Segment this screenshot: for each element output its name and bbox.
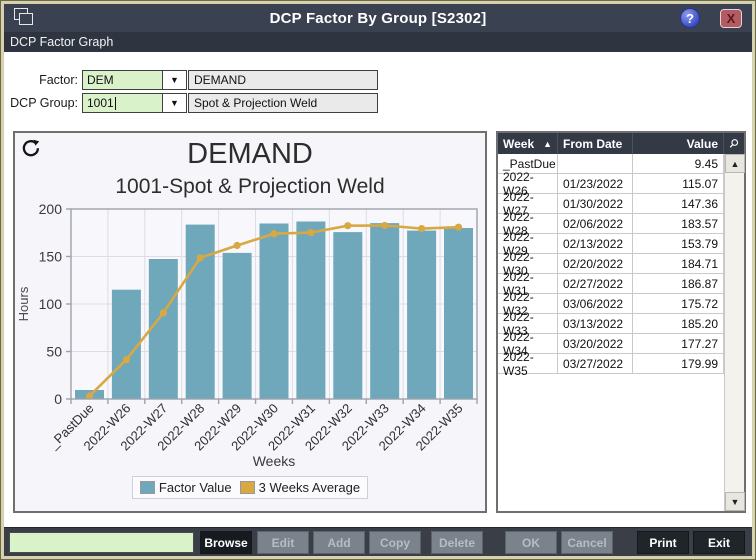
svg-text:150: 150 xyxy=(39,249,63,265)
vertical-scrollbar[interactable]: ▲ ▼ xyxy=(724,154,744,511)
app-window: DCP Factor By Group [S2302] ? X DCP Fact… xyxy=(4,4,752,556)
scroll-up-icon[interactable]: ▲ xyxy=(725,154,745,173)
browse-button[interactable]: Browse xyxy=(200,531,252,554)
chart-legend: Factor Value 3 Weeks Average xyxy=(15,476,485,499)
dcp-group-dropdown-button[interactable]: ▼ xyxy=(163,93,187,113)
x-axis-title: Weeks xyxy=(71,453,477,469)
copy-button: Copy xyxy=(369,531,421,554)
legend-label: 3 Weeks Average xyxy=(259,480,360,495)
svg-text:100: 100 xyxy=(39,296,63,312)
table-cell-value: 153.79 xyxy=(633,234,724,253)
chart-panel: DEMAND 1001-Spot & Projection Weld 0 50 10… xyxy=(13,131,487,513)
window-frame: DCP Factor By Group [S2302] ? X DCP Fact… xyxy=(0,0,756,560)
chart-title: DEMAND xyxy=(15,138,485,171)
table-cell-fromdate: 01/30/2022 xyxy=(558,194,633,213)
page-title: DCP Factor Graph xyxy=(4,32,752,52)
legend-label: Factor Value xyxy=(159,480,232,495)
table-cell-value: 115.07 xyxy=(633,174,724,193)
column-label: From Date xyxy=(563,137,622,151)
table-cell-fromdate: 03/20/2022 xyxy=(558,334,633,353)
table-cell-value: 175.72 xyxy=(633,294,724,313)
factor-row: Factor: DEM ▼ DEMAND xyxy=(6,70,378,90)
title-bar: DCP Factor By Group [S2302] ? X xyxy=(4,4,752,32)
column-header-from-date[interactable]: From Date xyxy=(558,133,633,154)
table-cell-value: 147.36 xyxy=(633,194,724,213)
search-icon[interactable] xyxy=(724,133,744,154)
factor-chart-plot: 050100150200_PastDue2022-W262022-W272022… xyxy=(15,203,485,453)
table-cell-week: 2022-W35 xyxy=(498,354,558,373)
chevron-down-icon: ▼ xyxy=(170,98,179,108)
factor-description-field: DEMAND xyxy=(188,70,378,90)
delete-button: Delete xyxy=(431,531,483,554)
factor-dropdown-button[interactable]: ▼ xyxy=(163,70,187,90)
legend-swatch xyxy=(140,481,155,494)
table-cell-value: 185.20 xyxy=(633,314,724,333)
cancel-button: Cancel xyxy=(561,531,613,554)
dcp-group-row: DCP Group: 1001 ▼ Spot & Projection Weld xyxy=(6,93,378,113)
text-caret xyxy=(115,97,116,110)
grid-header: Week ▲ From Date Value xyxy=(498,133,744,154)
dcp-group-code: 1001 xyxy=(87,96,114,110)
chevron-down-icon: ▼ xyxy=(170,75,179,85)
status-field xyxy=(9,532,194,553)
column-header-week[interactable]: Week ▲ xyxy=(498,133,558,154)
table-cell-value: 177.27 xyxy=(633,334,724,353)
column-header-value[interactable]: Value xyxy=(633,133,724,154)
table-row[interactable]: 2022-W3503/27/2022179.99 xyxy=(498,354,724,374)
legend-item: Factor Value xyxy=(140,480,232,495)
table-cell-value: 183.57 xyxy=(633,214,724,233)
help-button[interactable]: ? xyxy=(680,8,700,28)
table-cell-fromdate: 02/20/2022 xyxy=(558,254,633,273)
legend-box: Factor Value 3 Weeks Average xyxy=(132,476,368,499)
chart-subtitle: 1001-Spot & Projection Weld xyxy=(15,175,485,199)
edit-button: Edit xyxy=(257,531,309,554)
scroll-down-icon[interactable]: ▼ xyxy=(725,492,745,511)
dcp-group-input[interactable]: 1001 xyxy=(82,93,163,113)
table-cell-fromdate: 02/06/2022 xyxy=(558,214,633,233)
table-cell-value: 186.87 xyxy=(633,274,724,293)
data-grid-panel: Week ▲ From Date Value _PastDue9.452022-… xyxy=(496,131,746,513)
grid-rows: _PastDue9.452022-W2601/23/2022115.072022… xyxy=(498,154,724,374)
table-cell-fromdate: 02/27/2022 xyxy=(558,274,633,293)
table-cell-fromdate: 03/06/2022 xyxy=(558,294,633,313)
dcp-group-description-field: Spot & Projection Weld xyxy=(188,93,378,113)
table-cell-value: 179.99 xyxy=(633,354,724,373)
legend-swatch xyxy=(240,481,255,494)
factor-code: DEM xyxy=(87,73,114,87)
factor-label: Factor: xyxy=(6,73,82,87)
svg-text:0: 0 xyxy=(54,391,62,407)
column-label: Value xyxy=(687,137,718,151)
svg-text:50: 50 xyxy=(46,344,62,360)
factor-input[interactable]: DEM xyxy=(82,70,163,90)
ok-button: OK xyxy=(505,531,557,554)
table-cell-value: 184.71 xyxy=(633,254,724,273)
window-title: DCP Factor By Group [S2302] xyxy=(4,10,752,27)
dcp-group-label: DCP Group: xyxy=(6,96,82,110)
table-cell-fromdate: 02/13/2022 xyxy=(558,234,633,253)
table-cell-fromdate: 01/23/2022 xyxy=(558,174,633,193)
svg-text:200: 200 xyxy=(39,203,63,217)
print-button[interactable]: Print xyxy=(637,531,689,554)
column-label: Week xyxy=(503,137,534,151)
close-button[interactable]: X xyxy=(720,9,742,28)
table-cell-fromdate: 03/13/2022 xyxy=(558,314,633,333)
table-cell-fromdate: 03/27/2022 xyxy=(558,354,633,373)
table-cell-value: 9.45 xyxy=(633,154,724,173)
legend-item: 3 Weeks Average xyxy=(240,480,360,495)
bottom-toolbar: BrowseEditAddCopy Delete OKCancel PrintExit xyxy=(4,527,752,556)
table-cell-fromdate xyxy=(558,154,633,173)
exit-button[interactable]: Exit xyxy=(693,531,745,554)
add-button: Add xyxy=(313,531,365,554)
sort-ascending-icon: ▲ xyxy=(543,139,552,149)
svg-text:Hours: Hours xyxy=(16,286,31,321)
